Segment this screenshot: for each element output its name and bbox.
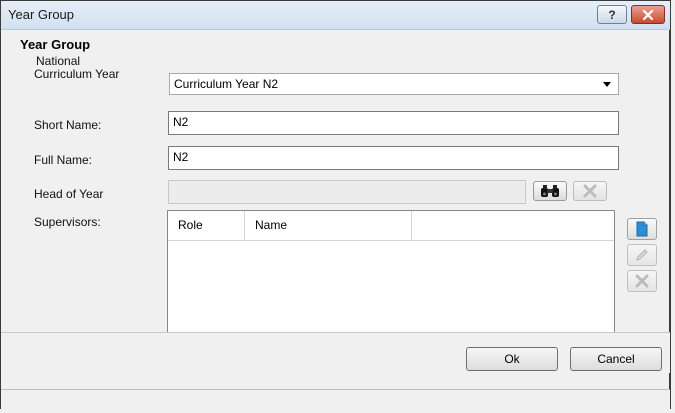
delete-supervisor-button[interactable] xyxy=(627,270,657,292)
short-name-label: Short Name: xyxy=(34,118,102,132)
supervisors-grid-header: Role Name xyxy=(168,211,614,241)
delete-x-icon xyxy=(635,274,649,288)
pencil-icon xyxy=(636,249,648,261)
search-head-of-year-button[interactable] xyxy=(533,181,567,201)
column-header-role[interactable]: Role xyxy=(168,211,245,240)
full-name-label: Full Name: xyxy=(34,153,93,167)
short-name-input[interactable]: N2 xyxy=(168,111,619,135)
add-supervisor-button[interactable] xyxy=(627,218,657,240)
national-curriculum-label: National Curriculum Year xyxy=(34,55,120,81)
title-bar[interactable]: Year Group ? xyxy=(1,1,670,30)
head-of-year-input[interactable] xyxy=(168,180,526,204)
cancel-button[interactable]: Cancel xyxy=(570,347,662,371)
ok-button[interactable]: Ok xyxy=(466,347,558,371)
delete-x-icon xyxy=(583,184,597,198)
short-name-value: N2 xyxy=(173,115,189,129)
supervisors-label: Supervisors: xyxy=(34,215,101,229)
chevron-down-icon[interactable] xyxy=(603,82,611,87)
section-title: Year Group xyxy=(20,37,91,52)
national-curriculum-select[interactable]: Curriculum Year N2 xyxy=(169,73,619,95)
column-header-name[interactable]: Name xyxy=(245,211,412,240)
binoculars-icon xyxy=(541,185,559,197)
close-icon xyxy=(642,9,654,20)
full-name-input[interactable]: N2 xyxy=(168,146,619,170)
close-button[interactable] xyxy=(631,5,665,24)
help-icon: ? xyxy=(608,7,616,22)
status-bar xyxy=(1,389,670,409)
supervisors-grid[interactable]: Role Name xyxy=(167,210,615,332)
help-button[interactable]: ? xyxy=(597,5,627,24)
column-header-extra[interactable] xyxy=(412,211,614,240)
national-curriculum-label-line2: Curriculum Year xyxy=(34,67,120,81)
new-document-icon xyxy=(636,221,648,237)
clear-head-of-year-button[interactable] xyxy=(573,181,607,201)
edit-supervisor-button[interactable] xyxy=(627,244,657,266)
year-group-dialog: Year Group ? Year Group National Curricu… xyxy=(0,0,671,409)
head-of-year-label: Head of Year xyxy=(34,187,104,201)
full-name-value: N2 xyxy=(173,150,189,164)
window-title: Year Group xyxy=(8,7,75,22)
national-curriculum-value: Curriculum Year N2 xyxy=(174,77,279,91)
